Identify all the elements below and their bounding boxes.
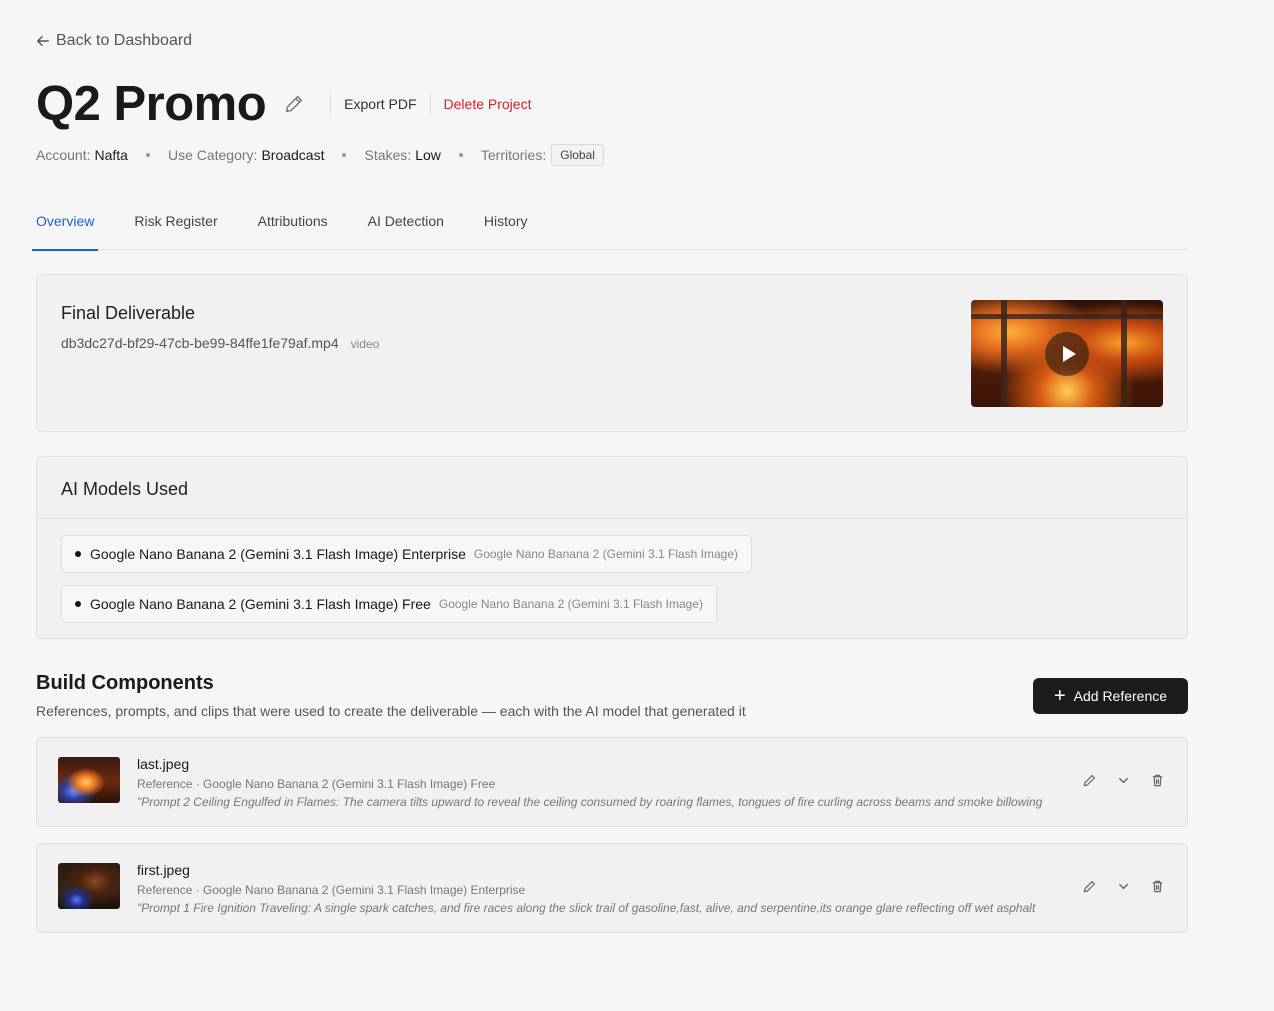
model-base: Google Nano Banana 2 (Gemini 3.1 Flash I…: [438, 597, 704, 611]
component-row: last.jpeg Reference · Google Nano Banana…: [36, 737, 1188, 827]
video-thumbnail[interactable]: [971, 300, 1163, 407]
delete-project-button[interactable]: Delete Project: [431, 96, 545, 112]
component-thumbnail: [58, 863, 120, 909]
model-name: Google Nano Banana 2 (Gemini 3.1 Flash I…: [90, 546, 466, 562]
tab-bar: Overview Risk Register Attributions AI D…: [31, 200, 1188, 251]
account-label: Account:: [36, 147, 91, 163]
account-value: Nafta: [94, 147, 128, 163]
expand-component-button[interactable]: [1115, 772, 1131, 788]
model-name: Google Nano Banana 2 (Gemini 3.1 Flash I…: [90, 596, 431, 612]
model-base: Google Nano Banana 2 (Gemini 3.1 Flash I…: [473, 547, 739, 561]
delete-component-button[interactable]: [1149, 772, 1165, 788]
play-icon[interactable]: [1045, 332, 1089, 376]
export-pdf-button[interactable]: Export PDF: [331, 96, 429, 112]
deliverable-filename: db3dc27d-bf29-47cb-be99-84ffe1fe79af.mp4: [61, 335, 339, 351]
edit-component-button[interactable]: [1081, 878, 1097, 894]
use-category-label: Use Category:: [167, 147, 258, 163]
model-chip: Google Nano Banana 2 (Gemini 3.1 Flash I…: [61, 585, 718, 623]
component-prompt: "Prompt 2 Ceiling Engulfed in Flames: Th…: [137, 795, 1043, 809]
deliverable-kind: video: [350, 337, 380, 351]
component-actions: [1081, 878, 1165, 894]
pencil-icon: [1083, 774, 1095, 786]
trash-icon: [1152, 880, 1162, 892]
arrow-left-icon: [37, 35, 49, 47]
stakes-value: Low: [415, 147, 441, 163]
model-chip: Google Nano Banana 2 (Gemini 3.1 Flash I…: [61, 535, 753, 573]
bullet-icon: [75, 601, 81, 607]
deliverable-file: db3dc27d-bf29-47cb-be99-84ffe1fe79af.mp4…: [61, 335, 379, 351]
tab-attributions[interactable]: Attributions: [258, 200, 328, 250]
tab-risk-register[interactable]: Risk Register: [134, 200, 217, 250]
component-prompt: "Prompt 1 Fire Ignition Traveling: A sin…: [137, 901, 1036, 915]
tab-ai-detection[interactable]: AI Detection: [368, 200, 444, 250]
build-components-heading: Build Components: [36, 672, 214, 694]
page-title: Q2 Promo: [36, 77, 267, 131]
add-reference-label: Add Reference: [1073, 688, 1168, 704]
chevron-down-icon: [1118, 777, 1128, 783]
pencil-icon: [286, 95, 303, 113]
separator-dot: [342, 153, 347, 157]
project-actions: Export PDF Delete Project: [330, 93, 544, 115]
tab-overview[interactable]: Overview: [31, 200, 99, 251]
models-heading: AI Models Used: [61, 479, 189, 499]
deliverable-heading: Final Deliverable: [61, 303, 196, 323]
ai-models-card: AI Models Used Google Nano Banana 2 (Gem…: [36, 456, 1188, 639]
plus-icon: +: [1053, 685, 1066, 707]
edit-component-button[interactable]: [1081, 772, 1097, 788]
back-label: Back to Dashboard: [56, 32, 193, 49]
divider: [37, 518, 1187, 519]
territories-label: Territories:: [480, 147, 547, 163]
component-name: last.jpeg: [137, 756, 190, 772]
component-row: first.jpeg Reference · Google Nano Banan…: [36, 843, 1188, 933]
delete-component-button[interactable]: [1149, 878, 1165, 894]
component-name: first.jpeg: [137, 862, 190, 878]
separator-dot: [458, 153, 463, 157]
final-deliverable-card: Final Deliverable db3dc27d-bf29-47cb-be9…: [36, 274, 1188, 432]
component-meta: Reference · Google Nano Banana 2 (Gemini…: [137, 777, 496, 791]
component-thumbnail: [58, 757, 120, 803]
edit-title-button[interactable]: [282, 92, 306, 116]
territory-badge: Global: [551, 144, 604, 166]
bullet-icon: [75, 551, 81, 557]
back-to-dashboard-link[interactable]: Back to Dashboard: [36, 32, 192, 50]
component-meta: Reference · Google Nano Banana 2 (Gemini…: [137, 883, 526, 897]
use-category-value: Broadcast: [261, 147, 325, 163]
project-meta: Account: Nafta Use Category: Broadcast S…: [36, 144, 604, 166]
stakes-label: Stakes:: [364, 147, 412, 163]
pencil-icon: [1083, 880, 1095, 892]
chevron-down-icon: [1118, 883, 1128, 889]
component-actions: [1081, 772, 1165, 788]
expand-component-button[interactable]: [1115, 878, 1131, 894]
trash-icon: [1152, 774, 1162, 786]
build-components-subtitle: References, prompts, and clips that were…: [36, 703, 746, 719]
tab-history[interactable]: History: [484, 200, 528, 250]
separator-dot: [145, 153, 150, 157]
add-reference-button[interactable]: + Add Reference: [1033, 678, 1188, 714]
title-row: Q2 Promo Export PDF Delete Project: [36, 76, 544, 132]
thumbnail-detail: [971, 314, 1163, 319]
